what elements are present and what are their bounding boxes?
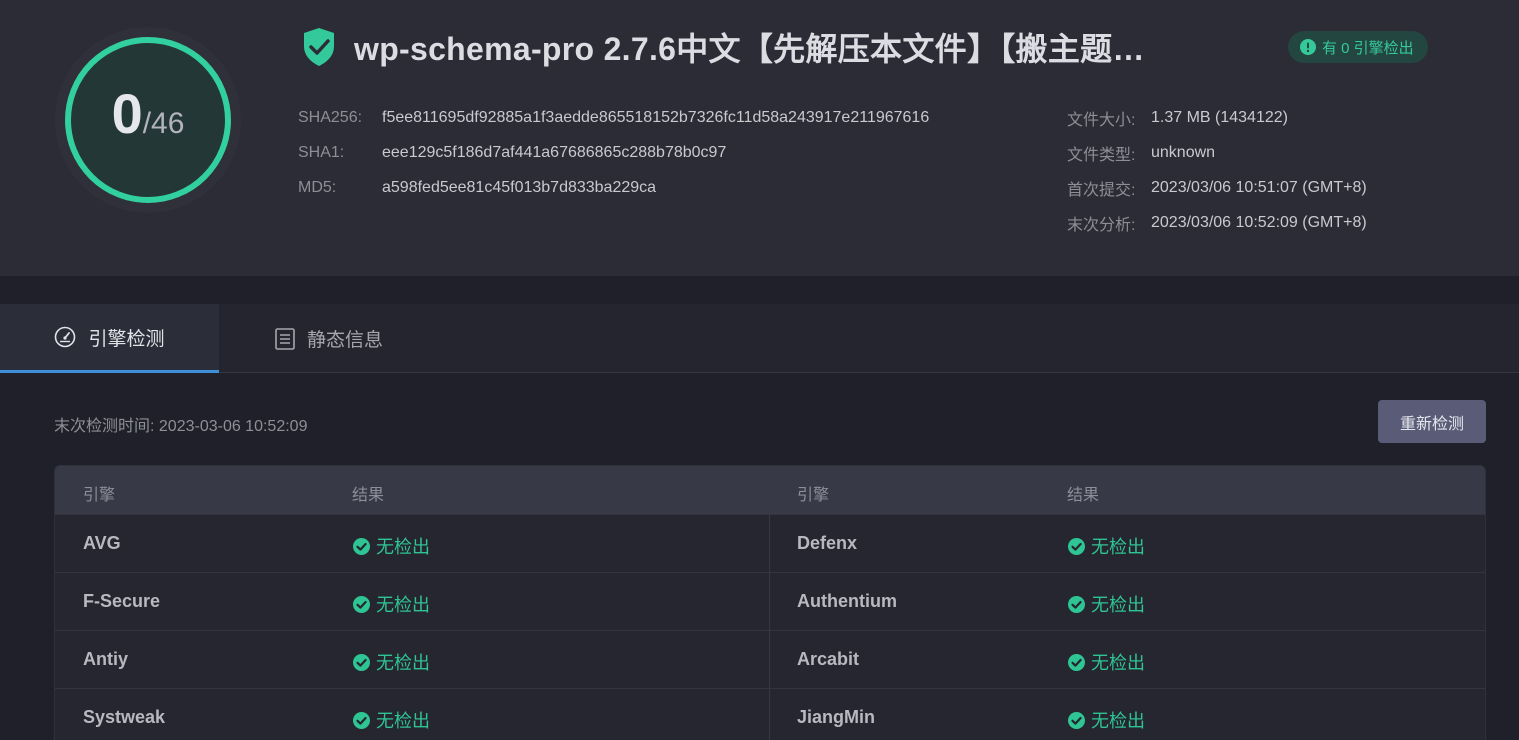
meta-label: 文件类型:: [1067, 146, 1136, 164]
meta-row-type: 文件类型: unknown: [1067, 135, 1367, 170]
check-circle-icon: [353, 595, 370, 613]
check-circle-icon: [353, 711, 370, 729]
engine-result: 无检出: [1068, 707, 1145, 733]
engine-result: 无检出: [353, 591, 430, 617]
engine-result-label: 无检出: [376, 595, 430, 615]
check-circle-icon: [353, 537, 370, 555]
table-row: Systweak 无检出 JiangMin 无检出: [55, 688, 1485, 740]
detection-badge: 有 0 引擎检出: [1288, 31, 1428, 63]
check-circle-icon: [1068, 653, 1085, 671]
title-row: wp-schema-pro 2.7.6中文【先解压本文件】【搬主题…: [302, 24, 1254, 70]
file-summary-header: 0 /46 wp-schema-pro 2.7.6中文【先解压本文件】【搬主题……: [0, 0, 1519, 276]
engine-result-label: 无检出: [1091, 653, 1145, 673]
engine-result-label: 无检出: [1091, 711, 1145, 731]
header-result-right: 结果: [1067, 487, 1100, 504]
gauge-icon: [55, 326, 76, 348]
detected-count: 0: [111, 82, 143, 145]
engine-result: 无检出: [1068, 649, 1145, 675]
alert-icon: [1300, 39, 1316, 55]
engine-name: F-Secure: [83, 591, 161, 611]
meta-value: unknown: [1151, 143, 1216, 161]
engine-result-label: 无检出: [1091, 595, 1145, 615]
meta-row-first-submit: 首次提交: 2023/03/06 10:51:07 (GMT+8): [1067, 170, 1367, 205]
hash-row-md5: MD5: a598fed5ee81c45f013b7d833ba229ca: [298, 170, 929, 205]
hash-row-sha1: SHA1: eee129c5f186d7af441a67686865c288b7…: [298, 135, 929, 170]
engine-result-label: 无检出: [376, 653, 430, 673]
hash-value[interactable]: a598fed5ee81c45f013b7d833ba229ca: [382, 179, 656, 197]
tab-static-label: 静态信息: [306, 330, 383, 351]
engine-results-table: 引擎 结果 引擎 结果 AVG 无检出 Defenx 无检出 F-Secure …: [54, 465, 1486, 740]
list-icon: [275, 327, 295, 350]
table-row: F-Secure 无检出 Authentium 无检出: [55, 572, 1485, 630]
meta-row-size: 文件大小: 1.37 MB (1434122): [1067, 100, 1367, 135]
meta-row-last-analysis: 末次分析: 2023/03/06 10:52:09 (GMT+8): [1067, 205, 1367, 240]
engine-result: 无检出: [353, 649, 430, 675]
engine-name: Systweak: [83, 707, 166, 727]
engine-result: 无检出: [353, 707, 430, 733]
check-circle-icon: [1068, 711, 1085, 729]
check-circle-icon: [1068, 595, 1085, 613]
header-result-left: 结果: [352, 487, 385, 504]
tab-bar: 引擎检测 静态信息: [0, 304, 1519, 373]
hash-label: MD5:: [298, 178, 337, 196]
engine-name: Defenx: [797, 533, 858, 553]
hash-label: SHA256:: [298, 108, 363, 126]
engine-name: Antiy: [83, 649, 128, 669]
rescan-button[interactable]: 重新检测: [1378, 400, 1486, 443]
meta-value: 2023/03/06 10:52:09 (GMT+8): [1151, 213, 1367, 231]
engine-total: /46: [142, 107, 185, 140]
engine-name: Arcabit: [797, 649, 860, 669]
shield-check-icon: [304, 28, 334, 66]
engine-name: JiangMin: [797, 707, 876, 727]
meta-value: 2023/03/06 10:51:07 (GMT+8): [1151, 178, 1367, 196]
engine-result-label: 无检出: [1091, 537, 1145, 557]
file-meta-list: 文件大小: 1.37 MB (1434122) 文件类型: unknown 首次…: [1067, 100, 1367, 240]
engine-name: AVG: [83, 533, 121, 553]
hash-value[interactable]: f5ee811695df92885a1f3aedde865518152b7326…: [382, 109, 929, 127]
table-header: 引擎 结果 引擎 结果: [55, 466, 1485, 514]
table-row: AVG 无检出 Defenx 无检出: [55, 514, 1485, 572]
header-engine-right: 引擎: [797, 487, 830, 504]
score-text: 0 /46: [54, 26, 242, 214]
hash-row-sha256: SHA256: f5ee811695df92885a1f3aedde865518…: [298, 100, 929, 135]
engine-result: 无检出: [1068, 533, 1145, 559]
engine-result-label: 无检出: [376, 537, 430, 557]
engine-result-label: 无检出: [376, 711, 430, 731]
tab-engine-detection[interactable]: 引擎检测: [0, 304, 219, 373]
check-circle-icon: [353, 653, 370, 671]
meta-value: 1.37 MB (1434122): [1151, 108, 1288, 126]
meta-label: 末次分析:: [1067, 216, 1136, 234]
tab-static-info[interactable]: 静态信息: [219, 304, 439, 373]
hash-value[interactable]: eee129c5f186d7af441a67686865c288b78b0c97: [382, 144, 726, 162]
engine-result: 无检出: [353, 533, 430, 559]
detection-badge-label: 有 0 引擎检出: [1322, 39, 1414, 57]
hash-list: SHA256: f5ee811695df92885a1f3aedde865518…: [298, 100, 929, 205]
table-row: Antiy 无检出 Arcabit 无检出: [55, 630, 1485, 688]
tab-engine-label: 引擎检测: [88, 328, 165, 350]
header-engine-left: 引擎: [83, 487, 116, 504]
meta-label: 文件大小:: [1067, 111, 1136, 129]
meta-label: 首次提交:: [1067, 181, 1136, 199]
check-circle-icon: [1068, 537, 1085, 555]
file-title: wp-schema-pro 2.7.6中文【先解压本文件】【搬主题…: [354, 31, 1145, 67]
last-scan-time: 末次检测时间: 2023-03-06 10:52:09: [54, 418, 308, 435]
score-ring: 0 /46: [54, 26, 242, 214]
engine-name: Authentium: [797, 591, 897, 611]
column-divider: [769, 514, 770, 740]
hash-label: SHA1:: [298, 143, 345, 161]
engine-result: 无检出: [1068, 591, 1145, 617]
